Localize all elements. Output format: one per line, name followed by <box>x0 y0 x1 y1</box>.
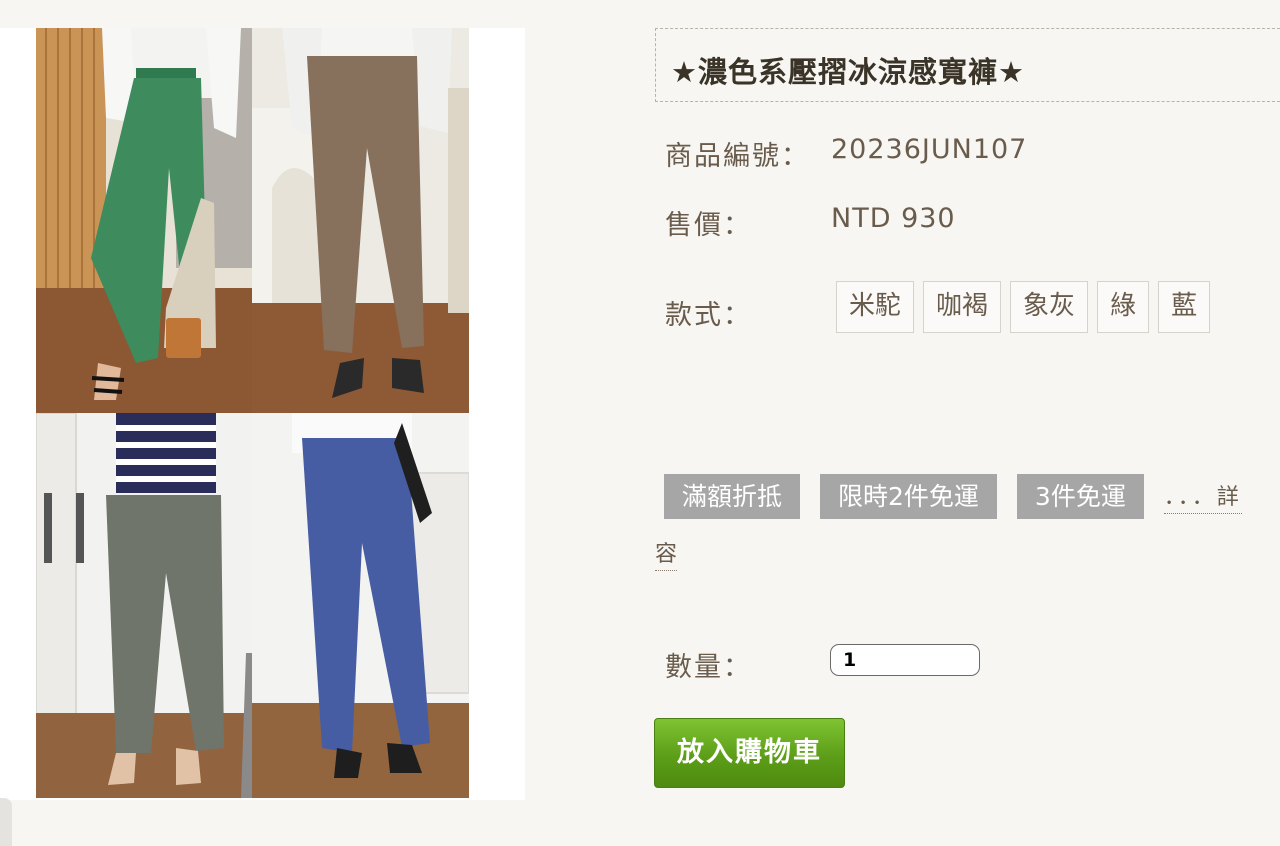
product-photo-green <box>36 28 252 413</box>
promo-tag-free-shipping-2[interactable]: 限時2件免運 <box>820 474 997 519</box>
product-photo-grey <box>36 413 252 798</box>
product-title: ★濃色系壓摺冰涼感寬褲★ <box>671 55 1025 89</box>
quantity-label: 數量： <box>665 652 752 683</box>
product-title-box: ★濃色系壓摺冰涼感寬褲★ <box>655 28 1280 102</box>
style-option-beige[interactable]: 米駝 <box>836 281 915 333</box>
add-to-cart-button[interactable]: 放入購物車 <box>654 718 845 788</box>
product-code-label: 商品編號： <box>665 141 810 172</box>
side-tab[interactable] <box>0 798 12 846</box>
price-value: NTD 930 <box>831 203 956 234</box>
promotion-tags: 滿額折抵 限時2件免運 3件免運 ．．．詳 <box>664 474 1242 519</box>
product-photo-blue <box>252 413 469 798</box>
price-label: 售價： <box>665 210 752 241</box>
style-label: 款式： <box>665 300 752 331</box>
promo-details-link[interactable]: ．．．詳 <box>1163 479 1242 514</box>
style-option-brown[interactable]: 咖褐 <box>923 281 1002 333</box>
promo-details-link-wrap[interactable]: 容 <box>655 536 678 571</box>
style-option-blue[interactable]: 藍 <box>1158 281 1211 333</box>
product-photo-collage[interactable] <box>36 28 469 798</box>
style-option-grey[interactable]: 象灰 <box>1010 281 1089 333</box>
quantity-input[interactable] <box>830 644 980 676</box>
product-image-panel <box>0 28 525 800</box>
style-options: 米駝 咖褐 象灰 綠 藍 <box>836 281 1211 333</box>
promo-tag-free-shipping-3[interactable]: 3件免運 <box>1016 474 1144 519</box>
product-code: 20236JUN107 <box>831 134 1028 165</box>
style-option-green[interactable]: 綠 <box>1097 281 1150 333</box>
product-photo-brown <box>252 28 469 413</box>
promo-tag-discount[interactable]: 滿額折抵 <box>664 474 801 519</box>
